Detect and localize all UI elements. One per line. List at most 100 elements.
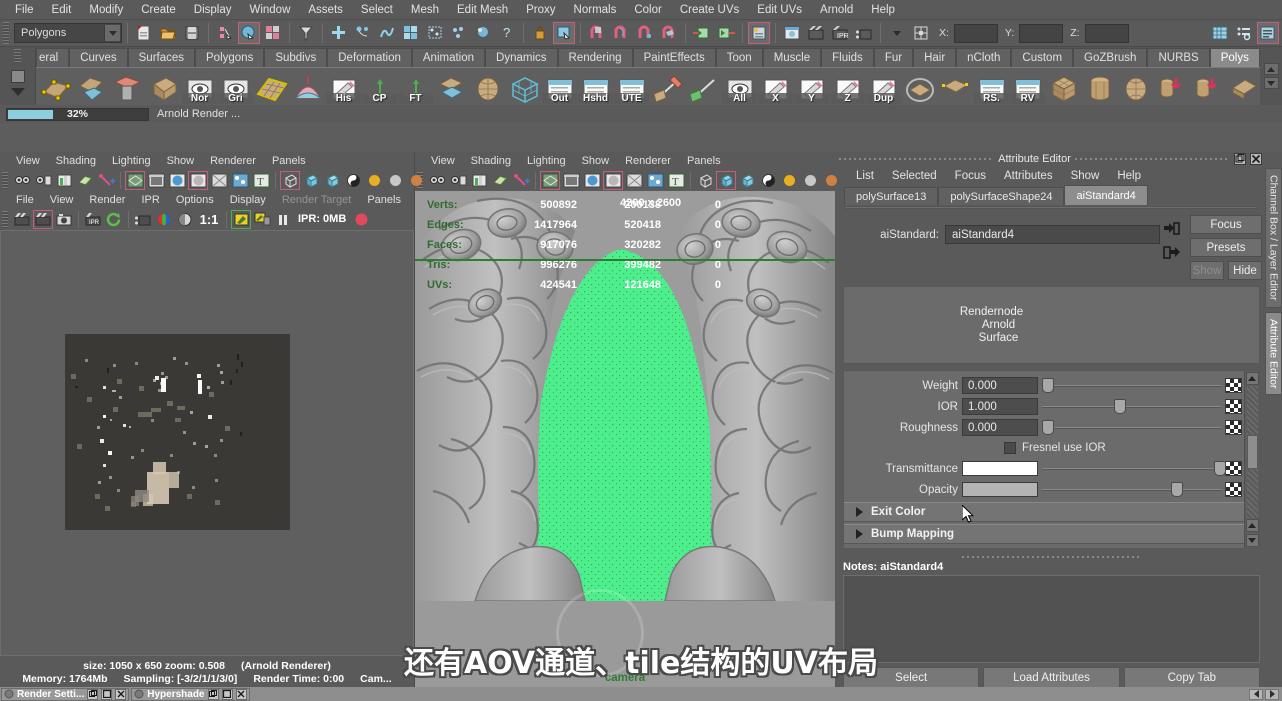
shelf-button-outliner[interactable]: Out bbox=[542, 70, 577, 104]
vp-menu-lighting[interactable]: Lighting bbox=[519, 155, 574, 167]
coord-z-input[interactable] bbox=[1084, 23, 1129, 43]
shelf-scroll-up-icon[interactable] bbox=[1263, 63, 1279, 75]
shelf-button-paint-weights[interactable] bbox=[650, 70, 685, 104]
shelf-grip[interactable] bbox=[14, 49, 21, 63]
menu-proxy[interactable]: Proxy bbox=[517, 0, 564, 20]
shelf-button-duplicate[interactable]: Dup bbox=[866, 70, 901, 104]
shelf-tab-surfaces[interactable]: Surfaces bbox=[127, 48, 196, 67]
input-connection-icon[interactable] bbox=[691, 22, 713, 44]
ipr-render-icon[interactable]: IPR bbox=[83, 210, 103, 229]
shelf-button-poly-cylinder[interactable] bbox=[1082, 70, 1117, 104]
shelf-button-uv-texture-editor[interactable]: UTE bbox=[614, 70, 649, 104]
menu-select[interactable]: Select bbox=[352, 0, 402, 20]
slider-knob[interactable] bbox=[1213, 461, 1226, 476]
film-gate-icon[interactable] bbox=[561, 171, 581, 190]
render-sequence-icon[interactable] bbox=[133, 210, 153, 229]
shelf-tab-curves[interactable]: Curves bbox=[69, 48, 128, 67]
shadow-toggle-icon[interactable] bbox=[385, 171, 405, 190]
selection-mask-icon[interactable] bbox=[910, 22, 932, 44]
smooth-shade-icon[interactable] bbox=[716, 170, 736, 190]
menu-mesh[interactable]: Mesh bbox=[402, 0, 448, 20]
close-icon[interactable] bbox=[115, 688, 127, 700]
select-camera-icon[interactable] bbox=[12, 171, 32, 190]
shelf-button-poly-delete[interactable] bbox=[110, 70, 145, 104]
menu-create-uvs[interactable]: Create UVs bbox=[671, 0, 748, 20]
shelf-tab-hair[interactable]: Hair bbox=[913, 48, 957, 67]
snap-projected-icon[interactable] bbox=[424, 22, 446, 44]
ao-toggle-icon[interactable] bbox=[821, 171, 841, 190]
node-name-input[interactable]: aiStandard4 bbox=[945, 225, 1160, 244]
menu-file[interactable]: File bbox=[6, 0, 43, 20]
gate-mask-icon[interactable] bbox=[188, 170, 208, 190]
attr-value-roughness[interactable]: 0.000 bbox=[962, 419, 1038, 436]
magnet-plane-icon[interactable] bbox=[658, 22, 680, 44]
vertical-tab-channel-box[interactable]: Channel Box / Layer Editor bbox=[1264, 168, 1282, 308]
menu-window[interactable]: Window bbox=[240, 0, 299, 20]
flat-shade-icon[interactable] bbox=[322, 171, 342, 190]
render-view-canvas[interactable] bbox=[0, 230, 414, 656]
shelf-tab-general[interactable]: eral bbox=[36, 48, 70, 67]
ae-menu-help[interactable]: Help bbox=[1108, 170, 1150, 182]
scroll-down-icon[interactable] bbox=[1245, 534, 1259, 547]
rgb-channel-icon[interactable] bbox=[154, 210, 174, 229]
attribute-list-scrollbar[interactable] bbox=[1244, 371, 1259, 548]
shelf-button-mirror-axis[interactable] bbox=[686, 70, 721, 104]
select-camera-icon[interactable] bbox=[427, 171, 447, 190]
render-attributes-icon[interactable] bbox=[748, 22, 770, 44]
attr-slider-ior[interactable] bbox=[1042, 398, 1221, 415]
xray-joints-icon[interactable] bbox=[645, 171, 665, 190]
smooth-shade-icon[interactable] bbox=[301, 171, 321, 190]
menu-modify[interactable]: Modify bbox=[80, 0, 132, 20]
shelf-button-axis-x[interactable]: X bbox=[758, 70, 793, 104]
attr-map-button-weight[interactable] bbox=[1225, 378, 1242, 393]
shadow-toggle-icon[interactable] bbox=[800, 171, 820, 190]
focus-button[interactable]: Focus bbox=[1190, 215, 1262, 234]
section-bump-mapping[interactable]: Bump Mapping bbox=[844, 524, 1244, 544]
wireframe-icon[interactable] bbox=[280, 170, 300, 190]
close-icon[interactable] bbox=[235, 688, 247, 700]
shelf-button-poly-smooth[interactable] bbox=[902, 70, 937, 104]
output-connection-icon[interactable] bbox=[715, 22, 737, 44]
attr-map-button-roughness[interactable] bbox=[1225, 420, 1242, 435]
scroll-page-up-icon[interactable] bbox=[1245, 519, 1259, 532]
shelf-tab-gozbrush[interactable]: GoZBrush bbox=[1073, 48, 1148, 67]
select-by-hierarchy-icon[interactable] bbox=[214, 22, 236, 44]
select-by-object-icon[interactable] bbox=[238, 22, 260, 44]
save-scene-icon[interactable] bbox=[181, 22, 203, 44]
attr-slider-transmittance[interactable] bbox=[1042, 460, 1226, 477]
shelf-button-view-all[interactable]: All bbox=[722, 70, 757, 104]
rv-menu-ipr[interactable]: IPR bbox=[133, 194, 167, 206]
shelf-button-poly-quad[interactable] bbox=[434, 70, 469, 104]
shelf-button-poly-sphere-2[interactable] bbox=[1118, 70, 1153, 104]
shelf-button-axis-y[interactable]: Y bbox=[794, 70, 829, 104]
light-toggle-icon[interactable] bbox=[779, 171, 799, 190]
magnet-grid-icon[interactable] bbox=[586, 22, 608, 44]
shelf-button-poly-split[interactable] bbox=[74, 70, 109, 104]
wireframe-icon[interactable] bbox=[695, 171, 715, 190]
ratio-1-1-label[interactable]: 1:1 bbox=[196, 210, 222, 229]
ipr-render-icon[interactable]: IPR bbox=[829, 22, 851, 44]
paint-effects-icon[interactable] bbox=[511, 171, 531, 190]
slider-knob[interactable] bbox=[1042, 420, 1054, 435]
taskbar-window-hypershade[interactable]: Hypershade bbox=[131, 687, 250, 701]
ae-menu-selected[interactable]: Selected bbox=[883, 170, 946, 182]
ao-toggle-icon[interactable] bbox=[406, 171, 426, 190]
chevron-down-icon[interactable] bbox=[886, 22, 908, 44]
attribute-editor-icon[interactable] bbox=[1257, 22, 1279, 44]
ae-menu-focus[interactable]: Focus bbox=[946, 170, 995, 182]
soft-select-field-icon[interactable] bbox=[472, 22, 494, 44]
undock-icon[interactable] bbox=[1234, 153, 1247, 165]
rv-top-menu-lighting[interactable]: Lighting bbox=[104, 155, 159, 167]
select-by-component-icon[interactable] bbox=[262, 22, 284, 44]
shelf-tab-nurbs[interactable]: NURBS bbox=[1147, 48, 1210, 67]
scrollbar-thumb[interactable] bbox=[1246, 435, 1258, 469]
shelf-button-normals[interactable]: Nor bbox=[182, 70, 217, 104]
taskbar-scroll-right-icon[interactable] bbox=[1265, 688, 1279, 700]
coord-y-input[interactable] bbox=[1019, 23, 1064, 43]
menu-normals[interactable]: Normals bbox=[565, 0, 626, 20]
remove-image-icon[interactable] bbox=[252, 210, 272, 229]
keep-image-icon[interactable] bbox=[231, 209, 251, 229]
bookmark-icon[interactable] bbox=[469, 171, 489, 190]
magnet-curve-icon[interactable] bbox=[610, 22, 632, 44]
attr-slider-weight[interactable] bbox=[1042, 377, 1221, 394]
